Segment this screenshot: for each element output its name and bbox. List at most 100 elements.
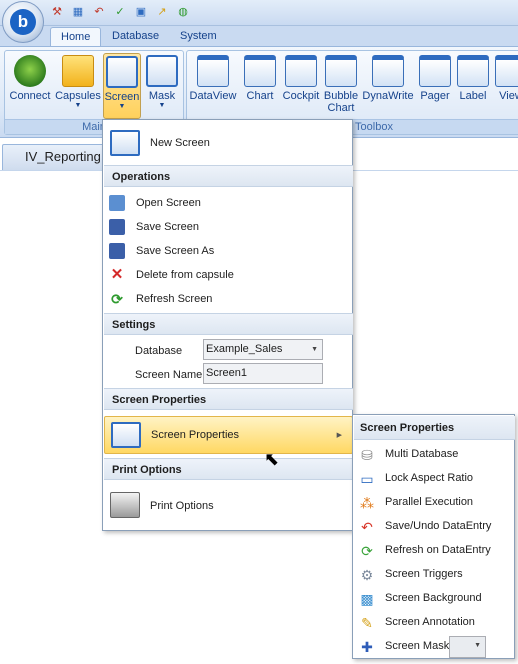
gear-icon: ⚙ (360, 567, 374, 583)
print-options-label: Print Options (150, 500, 214, 512)
dataview-icon (197, 55, 229, 87)
open-screen-item[interactable]: Open Screen (104, 192, 353, 214)
screen-name-value: Screen1 (206, 367, 247, 379)
dataview-button[interactable]: DataView (189, 55, 237, 102)
refresh-icon: ⟳ (111, 291, 123, 307)
refresh-screen-item[interactable]: ⟳ Refresh Screen (104, 288, 353, 310)
screen-mask-select[interactable]: ▼ (449, 636, 486, 658)
submenu-item-screen-triggers[interactable]: ⚙ Screen Triggers (354, 564, 515, 586)
submenu-item-lock-aspect-ratio[interactable]: ▭ Lock Aspect Ratio (354, 468, 515, 490)
chevron-down-icon: ▼ (158, 102, 166, 109)
chevron-down-icon: ▼ (474, 642, 481, 649)
database-value: Example_Sales (206, 343, 283, 355)
bubble-chart-label-2: Chart (327, 102, 355, 114)
submenu-item-screen-mask[interactable]: ✚ Screen Mask ▼ (354, 636, 515, 658)
mask-label: Mask (148, 90, 176, 102)
save-screen-as-item[interactable]: Save Screen As (104, 240, 353, 262)
save-as-icon (109, 243, 125, 259)
submenu-item-screen-background[interactable]: ▩ Screen Background (354, 588, 515, 610)
tools-icon[interactable]: ⚒ (48, 4, 66, 21)
check-icon[interactable]: ✓ (111, 4, 129, 21)
view-button[interactable]: View (493, 55, 518, 102)
chart-button[interactable]: Chart (241, 55, 279, 102)
quick-access-toolbar: ⚒ ▦ ↶ ✓ ▣ ↗ ◍ (48, 4, 192, 21)
screen-button[interactable]: Screen ▼ (103, 53, 141, 119)
folder-icon (62, 55, 94, 87)
save-screen-as-label: Save Screen As (136, 245, 215, 257)
submenu-header: Screen Properties (354, 416, 515, 440)
screen-properties-label: Screen Properties (151, 429, 240, 441)
save-screen-item[interactable]: Save Screen (104, 216, 353, 238)
screen-dropdown-menu: New Screen Operations Open Screen Save S… (102, 119, 353, 531)
puzzle-icon: ✚ (361, 639, 373, 655)
new-screen-item[interactable]: New Screen (104, 126, 353, 160)
pager-button[interactable]: Pager (417, 55, 453, 102)
delete-from-capsule-label: Delete from capsule (136, 269, 234, 281)
label-icon (457, 55, 489, 87)
database-label: Database (135, 345, 183, 357)
screen-properties-header: Screen Properties (104, 388, 353, 410)
tab-home[interactable]: Home (50, 27, 102, 47)
submenu-item-multi-database[interactable]: ⛁ Multi Database (354, 444, 515, 466)
print-options-header: Print Options (104, 458, 353, 480)
submenu-item-label: Screen Triggers (385, 568, 463, 580)
globe-icon[interactable]: ◍ (174, 4, 192, 21)
cockpit-button[interactable]: Cockpit (281, 55, 321, 102)
parallel-icon: ⁂ (360, 495, 374, 511)
delete-x-icon: ✕ (110, 266, 124, 283)
screen-label: Screen (104, 91, 140, 103)
bubble-chart-icon (325, 55, 357, 87)
connect-label: Connect (9, 90, 51, 102)
database-select[interactable]: Example_Sales ▼ (203, 339, 323, 360)
multi-database-icon: ⛁ (361, 447, 373, 463)
save-screen-label: Save Screen (136, 221, 199, 233)
title-bar: ⚒ ▦ ↶ ✓ ▣ ↗ ◍ (0, 0, 518, 26)
capsules-button[interactable]: Capsules ▼ (55, 55, 101, 110)
submenu-item-refresh-on-dataentry[interactable]: ⟳ Refresh on DataEntry (354, 540, 515, 562)
submenu-item-label: Screen Annotation (385, 616, 475, 628)
view-label: View (499, 90, 518, 102)
mouse-cursor-icon: ⬉ (264, 449, 280, 469)
gauge-icon (285, 55, 317, 87)
submenu-item-screen-annotation[interactable]: ✎ Screen Annotation (354, 612, 515, 634)
submenu-item-parallel-execution[interactable]: ⁂ Parallel Execution (354, 492, 515, 514)
pager-label: Pager (420, 90, 450, 102)
settings-header: Settings (104, 313, 353, 335)
chart-label: Chart (246, 90, 274, 102)
submenu-item-save-undo-dataentry[interactable]: ↶ Save/Undo DataEntry (354, 516, 515, 538)
print-options-item[interactable]: Print Options (104, 488, 353, 524)
new-screen-label: New Screen (150, 137, 210, 149)
connect-button[interactable]: Connect (9, 55, 51, 102)
undo-icon: ↶ (361, 519, 373, 535)
window-icon[interactable]: ▣ (132, 4, 150, 21)
refresh-screen-label: Refresh Screen (136, 293, 213, 305)
submenu-item-label: Lock Aspect Ratio (385, 472, 474, 484)
chart-icon[interactable]: ↗ (153, 4, 171, 21)
submenu-item-label: Screen Background (385, 592, 482, 604)
bar-chart-icon (244, 55, 276, 87)
tab-system[interactable]: System (170, 27, 227, 47)
screen-properties-submenu: Screen Properties ⛁ Multi Database ▭ Lock A… (352, 414, 515, 659)
operations-header: Operations (104, 165, 353, 187)
dynawrite-button[interactable]: DynaWrite (361, 55, 415, 102)
label-button[interactable]: Label (455, 55, 491, 102)
screen-properties-item[interactable]: Screen Properties ▶ (104, 416, 353, 454)
tab-database[interactable]: Database (102, 27, 169, 47)
chevron-down-icon: ▼ (74, 102, 82, 109)
mask-button[interactable]: Mask ▼ (143, 55, 181, 110)
capsules-label: Capsules (55, 90, 101, 102)
cockpit-label: Cockpit (282, 90, 320, 102)
undo-icon[interactable]: ↶ (90, 4, 108, 21)
save-grid-icon[interactable]: ▦ (69, 4, 87, 21)
ribbon-tab-strip: Home Database System (0, 26, 518, 47)
image-icon: ▩ (360, 591, 374, 607)
pencil-icon: ✎ (361, 615, 373, 631)
bubble-chart-button[interactable]: Bubble Chart (323, 55, 359, 114)
screen-name-label: Screen Name (135, 369, 203, 381)
mask-icon (146, 55, 178, 87)
screen-name-field[interactable]: Screen1 (203, 363, 323, 384)
chevron-down-icon: ▼ (311, 346, 318, 353)
delete-from-capsule-item[interactable]: ✕ Delete from capsule (104, 264, 353, 286)
open-screen-icon (109, 195, 125, 211)
application-orb-button[interactable]: b (2, 1, 44, 43)
